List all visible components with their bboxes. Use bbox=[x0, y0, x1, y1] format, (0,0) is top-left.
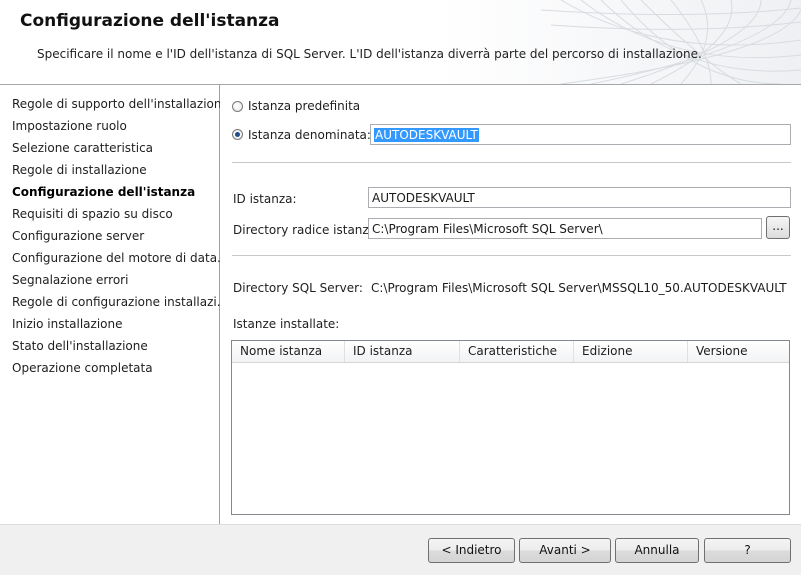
named-instance-radio[interactable] bbox=[232, 129, 243, 140]
column-header-instance-name[interactable]: Nome istanza bbox=[232, 341, 345, 362]
next-button[interactable]: Avanti > bbox=[519, 538, 611, 563]
nav-step-disk-space[interactable]: Requisiti di spazio su disco bbox=[12, 207, 173, 221]
nav-step-role-setup[interactable]: Impostazione ruolo bbox=[12, 119, 127, 133]
nav-step-feature-selection[interactable]: Selezione caratteristica bbox=[12, 141, 153, 155]
page-title: Configurazione dell'istanza bbox=[20, 11, 280, 31]
installed-instances-table[interactable]: Nome istanza ID istanza Caratteristiche … bbox=[231, 340, 790, 515]
instance-config-panel: Istanza predefinita Istanza denominata: … bbox=[220, 85, 801, 524]
header-decoration bbox=[540, 0, 801, 84]
column-header-edition[interactable]: Edizione bbox=[574, 341, 688, 362]
help-button[interactable]: ? bbox=[704, 538, 791, 563]
back-button[interactable]: < Indietro bbox=[428, 538, 515, 563]
nav-step-config-rules[interactable]: Regole di configurazione installazi... bbox=[12, 295, 228, 309]
divider bbox=[232, 255, 791, 256]
wizard-steps-nav: Regole di supporto dell'installazione Im… bbox=[0, 85, 229, 524]
sql-dir-value: C:\Program Files\Microsoft SQL Server\MS… bbox=[371, 281, 787, 295]
named-instance-value: AUTODESKVAULT bbox=[374, 128, 479, 142]
root-dir-input[interactable]: C:\Program Files\Microsoft SQL Server\ bbox=[368, 218, 762, 239]
nav-step-instance-config[interactable]: Configurazione dell'istanza bbox=[12, 185, 195, 199]
default-instance-label[interactable]: Istanza predefinita bbox=[248, 99, 360, 113]
root-dir-label: Directory radice istanza: bbox=[233, 223, 381, 237]
browse-button[interactable]: ... bbox=[766, 216, 790, 239]
nav-step-install-progress[interactable]: Stato dell'installazione bbox=[12, 339, 148, 353]
nav-step-error-reporting[interactable]: Segnalazione errori bbox=[12, 273, 128, 287]
nav-step-install-rules[interactable]: Regole di installazione bbox=[12, 163, 147, 177]
column-header-features[interactable]: Caratteristiche bbox=[460, 341, 574, 362]
nav-step-db-engine-config[interactable]: Configurazione del motore di data... bbox=[12, 251, 229, 265]
column-header-version[interactable]: Versione bbox=[688, 341, 789, 362]
table-header: Nome istanza ID istanza Caratteristiche … bbox=[232, 341, 789, 363]
instance-id-input[interactable]: AUTODESKVAULT bbox=[368, 187, 791, 208]
named-instance-input[interactable]: AUTODESKVAULT bbox=[370, 124, 791, 145]
nav-step-support-rules[interactable]: Regole di supporto dell'installazione bbox=[12, 97, 229, 111]
wizard-header: Configurazione dell'istanza Specificare … bbox=[0, 0, 801, 85]
nav-step-ready-to-install[interactable]: Inizio installazione bbox=[12, 317, 123, 331]
default-instance-radio[interactable] bbox=[232, 101, 243, 112]
sql-dir-label: Directory SQL Server: bbox=[233, 281, 363, 295]
page-subtitle: Specificare il nome e l'ID dell'istanza … bbox=[37, 47, 702, 61]
column-header-instance-id[interactable]: ID istanza bbox=[345, 341, 460, 362]
cancel-button[interactable]: Annulla bbox=[615, 538, 699, 563]
instance-id-label: ID istanza: bbox=[233, 192, 297, 206]
wizard-footer: < Indietro Avanti > Annulla ? bbox=[0, 524, 801, 575]
named-instance-label[interactable]: Istanza denominata: bbox=[248, 128, 371, 142]
installed-instances-label: Istanze installate: bbox=[233, 317, 340, 331]
nav-step-server-config[interactable]: Configurazione server bbox=[12, 229, 144, 243]
divider bbox=[232, 162, 791, 163]
nav-step-complete[interactable]: Operazione completata bbox=[12, 361, 153, 375]
